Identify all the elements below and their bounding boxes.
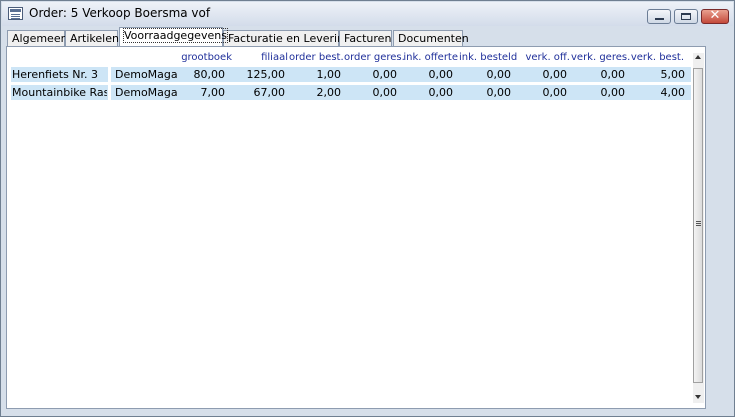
value-cell[interactable]: 67,00 <box>233 86 286 99</box>
scroll-thumb[interactable] <box>693 68 703 383</box>
tab-algemeen[interactable]: Algemeen <box>7 30 68 46</box>
title-bar[interactable]: Order: 5 Verkoop Boersma vof ✕ <box>2 2 733 26</box>
grip-icon <box>696 221 701 222</box>
vertical-scrollbar[interactable] <box>693 53 704 403</box>
location-cell[interactable]: DemoMaga <box>115 86 179 99</box>
value-cell[interactable]: 0,00 <box>517 86 568 99</box>
value-cell[interactable]: 0,00 <box>461 86 512 99</box>
tab-documenten[interactable]: Documenten <box>393 30 469 46</box>
value-cell[interactable]: 125,00 <box>233 68 286 81</box>
column-header-ink-besteld[interactable]: ink. besteld <box>459 52 517 63</box>
value-cell[interactable]: 7,00 <box>177 86 226 99</box>
value-cell[interactable]: 0,00 <box>347 68 398 81</box>
article-name[interactable]: Mountainbike Rasm <box>12 86 107 99</box>
value-cell[interactable]: 1,00 <box>291 68 342 81</box>
scroll-up-icon[interactable] <box>695 55 701 59</box>
table-row[interactable]: Mountainbike Rasm DemoMaga 7,00 67,00 2,… <box>11 85 691 100</box>
column-header-grootboek[interactable]: grootboek <box>157 52 232 63</box>
value-cell[interactable]: 0,00 <box>517 68 568 81</box>
tab-facturen[interactable]: Facturen <box>339 30 392 46</box>
tab-artikelen[interactable]: Artikelen <box>65 30 119 46</box>
maximize-button[interactable] <box>674 9 698 24</box>
value-cell[interactable]: 4,00 <box>635 86 686 99</box>
close-icon: ✕ <box>709 8 721 23</box>
column-header-order-geres[interactable]: order geres. <box>344 52 405 63</box>
article-name[interactable]: Herenfiets Nr. 3 <box>12 68 107 81</box>
stock-panel: grootboek filiaal order best. order gere… <box>6 46 706 409</box>
value-cell[interactable]: 0,00 <box>347 86 398 99</box>
column-header-ink-offerte[interactable]: ink. offerte <box>402 52 458 63</box>
close-button[interactable]: ✕ <box>701 8 729 24</box>
column-header-order-best[interactable]: order best. <box>289 52 344 63</box>
column-header-verk-best[interactable]: verk. best. <box>628 52 684 63</box>
tab-voorraadgegevens[interactable]: Voorraadgegevens <box>119 27 228 46</box>
window-title: Order: 5 Verkoop Boersma vof <box>29 6 211 20</box>
minimize-button[interactable] <box>647 9 671 24</box>
value-cell[interactable]: 0,00 <box>461 68 512 81</box>
scroll-down-icon[interactable] <box>695 395 701 399</box>
value-cell[interactable]: 0,00 <box>575 68 626 81</box>
value-cell[interactable]: 80,00 <box>177 68 226 81</box>
column-header-filiaal[interactable]: filiaal <box>233 52 288 63</box>
column-header-verk-off[interactable]: verk. off. <box>516 52 570 63</box>
value-cell[interactable]: 0,00 <box>403 68 454 81</box>
table-row[interactable]: Herenfiets Nr. 3 DemoMaga 80,00 125,00 1… <box>11 67 691 82</box>
value-cell[interactable]: 0,00 <box>575 86 626 99</box>
order-window: Order: 5 Verkoop Boersma vof ✕ Algemeen … <box>0 0 735 417</box>
value-cell[interactable]: 5,00 <box>635 68 686 81</box>
tab-facturatie-en-levering[interactable]: Facturatie en Levering <box>223 30 351 46</box>
column-header-verk-geres[interactable]: verk. geres. <box>571 52 630 63</box>
value-cell[interactable]: 2,00 <box>291 86 342 99</box>
location-cell[interactable]: DemoMaga <box>115 68 179 81</box>
form-icon[interactable] <box>8 7 23 20</box>
value-cell[interactable]: 0,00 <box>403 86 454 99</box>
